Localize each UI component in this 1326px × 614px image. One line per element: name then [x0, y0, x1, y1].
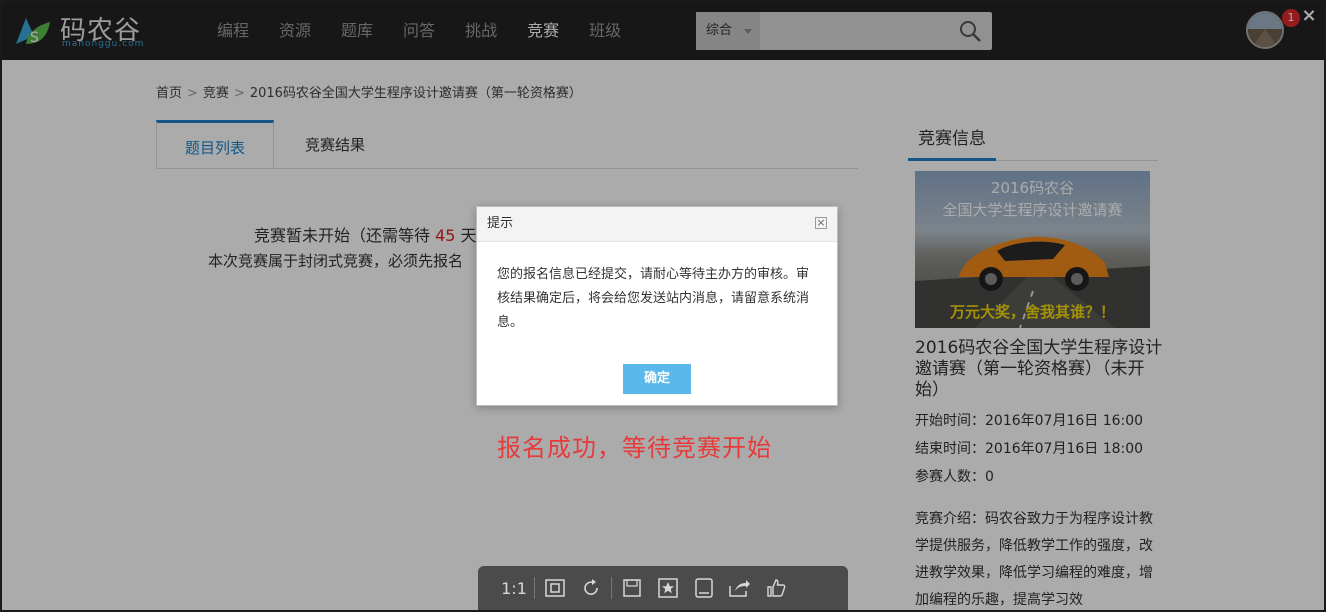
annotation-caption: 报名成功，等待竞赛开始	[497, 434, 772, 462]
confirm-button[interactable]: 确定	[623, 364, 691, 394]
close-icon[interactable]: ×	[815, 217, 827, 229]
favorite-star-icon[interactable]	[650, 573, 686, 603]
dialog-message: 您的报名信息已经提交，请耐心等待主办方的审核。审核结果确定后，将会给您发送站内消…	[497, 267, 810, 330]
viewer-toolbar: 1:1	[478, 566, 848, 610]
info-dialog: 提示 × 您的报名信息已经提交，请耐心等待主办方的审核。审核结果确定后，将会给您…	[476, 206, 838, 406]
fullscreen-icon[interactable]	[686, 573, 722, 603]
dialog-title: 提示	[487, 216, 514, 231]
thumbs-up-icon[interactable]	[758, 573, 794, 603]
fit-window-icon[interactable]	[537, 573, 573, 603]
rotate-icon[interactable]	[573, 573, 609, 603]
save-icon[interactable]	[614, 573, 650, 603]
share-icon[interactable]	[722, 573, 758, 603]
dialog-header: 提示 ×	[477, 207, 837, 242]
toolbar-divider	[534, 577, 535, 599]
toolbar-divider	[611, 577, 612, 599]
actual-size-button[interactable]: 1:1	[496, 573, 532, 603]
